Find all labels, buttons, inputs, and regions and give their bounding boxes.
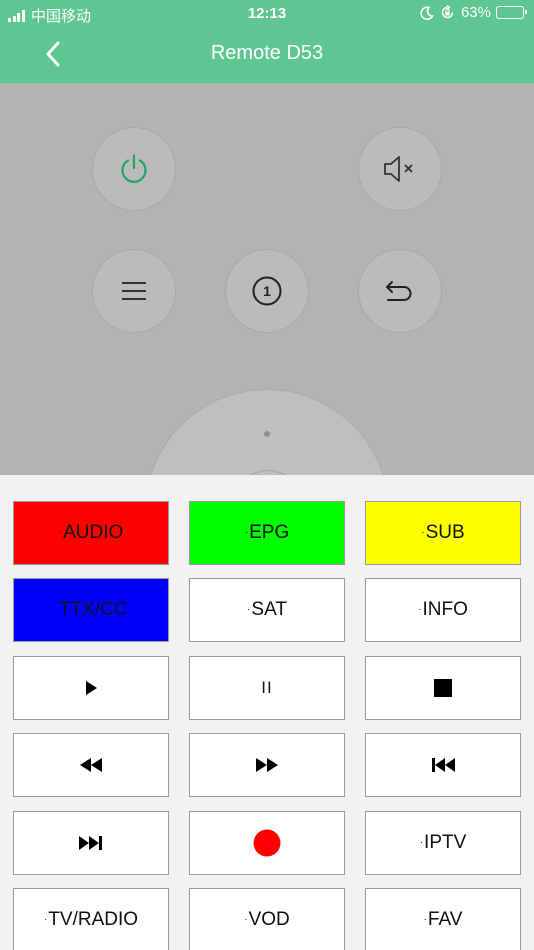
skip-next-button[interactable]	[13, 811, 169, 875]
fav-button[interactable]: FAV	[365, 888, 521, 950]
epg-button[interactable]: EPG	[189, 501, 345, 565]
battery-icon	[496, 6, 527, 19]
fast-forward-button[interactable]	[189, 733, 345, 797]
ttx-cc-button[interactable]: TTX/CC	[13, 578, 169, 642]
rotation-lock-icon	[440, 5, 455, 20]
play-button[interactable]	[13, 656, 169, 720]
menu-button[interactable]	[92, 249, 176, 333]
mute-icon	[384, 156, 413, 182]
page-title: Remote D53	[210, 42, 324, 64]
return-button[interactable]	[358, 249, 442, 333]
power-button[interactable]	[92, 127, 176, 211]
pause-button[interactable]: II	[189, 656, 345, 720]
audio-button[interactable]: AUDIO	[13, 501, 169, 565]
dpad-up-indicator	[264, 431, 270, 437]
vod-button[interactable]: VOD	[189, 888, 345, 950]
remote-panel: 1	[0, 83, 534, 475]
skip-previous-button[interactable]	[365, 733, 521, 797]
moon-icon	[420, 5, 434, 20]
status-bar: 中国移动 12:13 63%	[0, 0, 534, 28]
pause-label: II	[261, 678, 273, 697]
record-button[interactable]	[189, 811, 345, 875]
battery-percent: 63%	[460, 4, 491, 21]
info-button[interactable]: INFO	[365, 578, 521, 642]
skip-next-icon	[79, 836, 102, 850]
menu-icon	[122, 282, 146, 300]
status-right: 63%	[414, 4, 527, 21]
key-panel: AUDIO EPG SUB TTX/CC SAT INFO II IPTV	[0, 475, 534, 950]
sub-button[interactable]: SUB	[365, 501, 521, 565]
direction-pad[interactable]	[145, 389, 389, 475]
svg-text:1: 1	[263, 283, 271, 299]
number-one-icon: 1	[252, 276, 282, 306]
app-header: 中国移动 12:13 63% Remote D53	[0, 0, 534, 83]
number-button[interactable]: 1	[225, 249, 309, 333]
tv-radio-button[interactable]: TV/RADIO	[13, 888, 169, 950]
play-icon	[86, 681, 97, 695]
skip-previous-icon	[432, 758, 455, 772]
return-icon	[386, 281, 412, 301]
rewind-button[interactable]	[13, 733, 169, 797]
stop-button[interactable]	[365, 656, 521, 720]
power-icon	[121, 154, 147, 183]
record-icon	[253, 829, 281, 857]
fast-forward-icon	[256, 758, 278, 772]
mute-button[interactable]	[358, 127, 442, 211]
iptv-button[interactable]: IPTV	[365, 811, 521, 875]
stop-icon	[434, 679, 452, 697]
rewind-icon	[80, 758, 102, 772]
sat-button[interactable]: SAT	[189, 578, 345, 642]
